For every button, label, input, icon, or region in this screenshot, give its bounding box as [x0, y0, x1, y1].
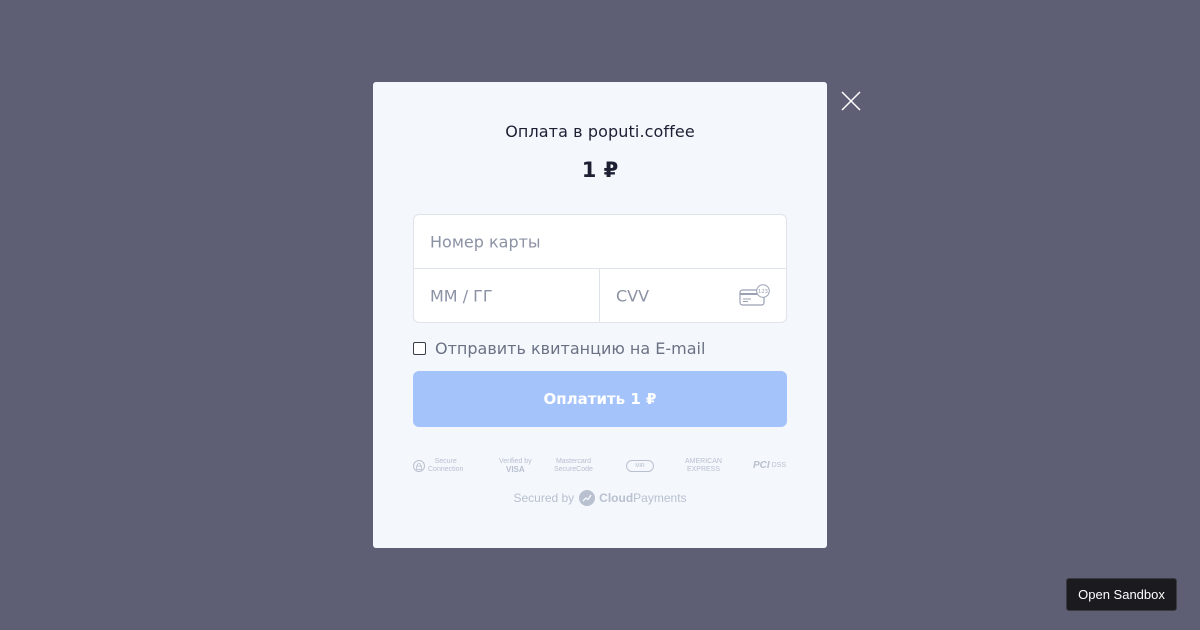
payment-amount: 1 ₽ — [581, 158, 619, 182]
brand-rest: Payments — [633, 491, 687, 505]
badge-line: SecureCode — [554, 466, 593, 473]
cvv-icon-hint: 123 — [758, 289, 768, 295]
card-number-placeholder: Номер карты — [430, 232, 541, 251]
receipt-label: Отправить квитанцию на E-mail — [435, 338, 706, 358]
cvv-card-icon: 123 — [739, 284, 770, 306]
cloudpayments-logo-icon — [579, 490, 596, 506]
badge-line: PCI — [753, 460, 770, 471]
secure-connection-badge: Secure Connection — [413, 456, 463, 476]
open-sandbox-button[interactable]: Open Sandbox — [1066, 578, 1177, 611]
brand-bold: Cloud — [599, 491, 634, 505]
badge-line: DSS — [771, 462, 787, 469]
payment-modal: Оплата в poputi.coffee 1 ₽ Номер карты M… — [373, 82, 827, 548]
badge-line: EXPRESS — [686, 466, 721, 473]
cloudpayments-brand: CloudPayments — [599, 491, 686, 505]
badge-line: Connection — [428, 466, 464, 473]
card-number-field[interactable]: Номер карты — [414, 215, 786, 269]
mir-accept-badge: MIR — [626, 456, 657, 476]
cvv-placeholder: CVV — [616, 286, 650, 305]
secured-by-label: Secured by — [513, 491, 575, 505]
badge-line: AMERICAN — [685, 458, 722, 465]
receipt-option[interactable]: Отправить квитанцию на E-mail — [413, 338, 705, 358]
badge-line: Mastercard — [555, 458, 591, 465]
expiry-placeholder: MM / ГГ — [430, 286, 493, 305]
secured-by-footer: Secured by CloudPayments — [373, 490, 827, 506]
expiry-field[interactable]: MM / ГГ — [414, 269, 600, 322]
lock-icon — [413, 460, 425, 472]
mir-logo: MIR — [626, 460, 654, 472]
badge-line: VISA — [506, 465, 525, 474]
mastercard-securecode-badge: Mastercard SecureCode — [554, 456, 593, 476]
receipt-checkbox[interactable] — [413, 341, 426, 355]
cvv-field[interactable]: CVV 123 — [600, 269, 786, 322]
pay-button[interactable]: Оплатить 1 ₽ — [413, 371, 787, 427]
verified-by-visa-badge: Verified by VISA — [499, 456, 532, 476]
security-badges: Secure Connection Verified by VISA Maste… — [413, 456, 787, 476]
badge-line: MIR — [635, 463, 645, 469]
card-form: Номер карты MM / ГГ CVV 123 — [413, 214, 787, 323]
payment-title: Оплата в poputi.coffee — [505, 122, 695, 141]
close-icon[interactable] — [838, 88, 866, 116]
pci-dss-badge: PCI DSS — [753, 456, 786, 476]
badge-line: Secure — [434, 458, 457, 465]
american-express-badge: AMERICAN EXPRESS — [685, 456, 722, 476]
